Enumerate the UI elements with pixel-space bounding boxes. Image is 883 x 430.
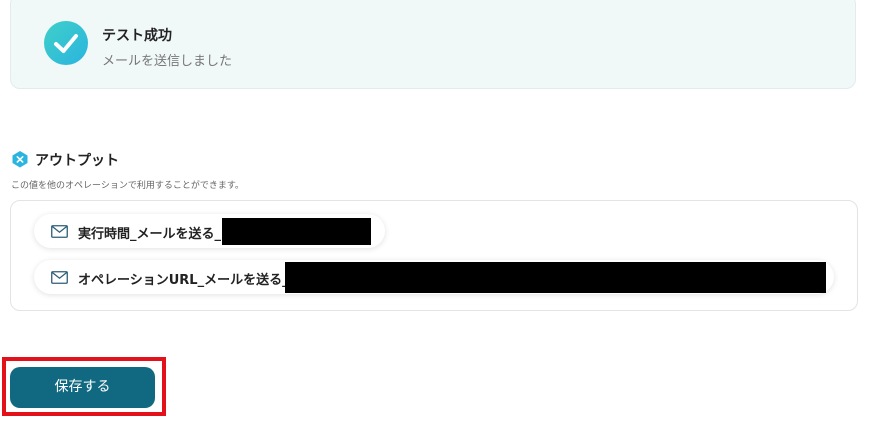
success-title: テスト成功 xyxy=(102,28,172,44)
check-circle-icon xyxy=(44,21,88,65)
mail-icon xyxy=(51,225,68,238)
output-description: この値を他のオペレーションで利用することができます。 xyxy=(11,181,244,191)
page: テスト成功 メールを送信しました アウトプット この値を他のオペレーションで利用… xyxy=(0,0,883,430)
redacted-value xyxy=(285,262,826,293)
save-button[interactable]: 保存する xyxy=(10,367,155,408)
output-title: アウトプット xyxy=(35,153,119,169)
mail-icon xyxy=(51,271,68,284)
output-chip-label: 実行時間_メールを送る_ xyxy=(78,227,222,242)
output-hexagon-icon xyxy=(12,151,28,168)
output-chip-label: オペレーションURL_メールを送る_ xyxy=(78,273,289,288)
redacted-value xyxy=(222,218,371,245)
success-message: メールを送信しました xyxy=(102,54,233,69)
test-success-banner: テスト成功 メールを送信しました xyxy=(10,0,856,89)
